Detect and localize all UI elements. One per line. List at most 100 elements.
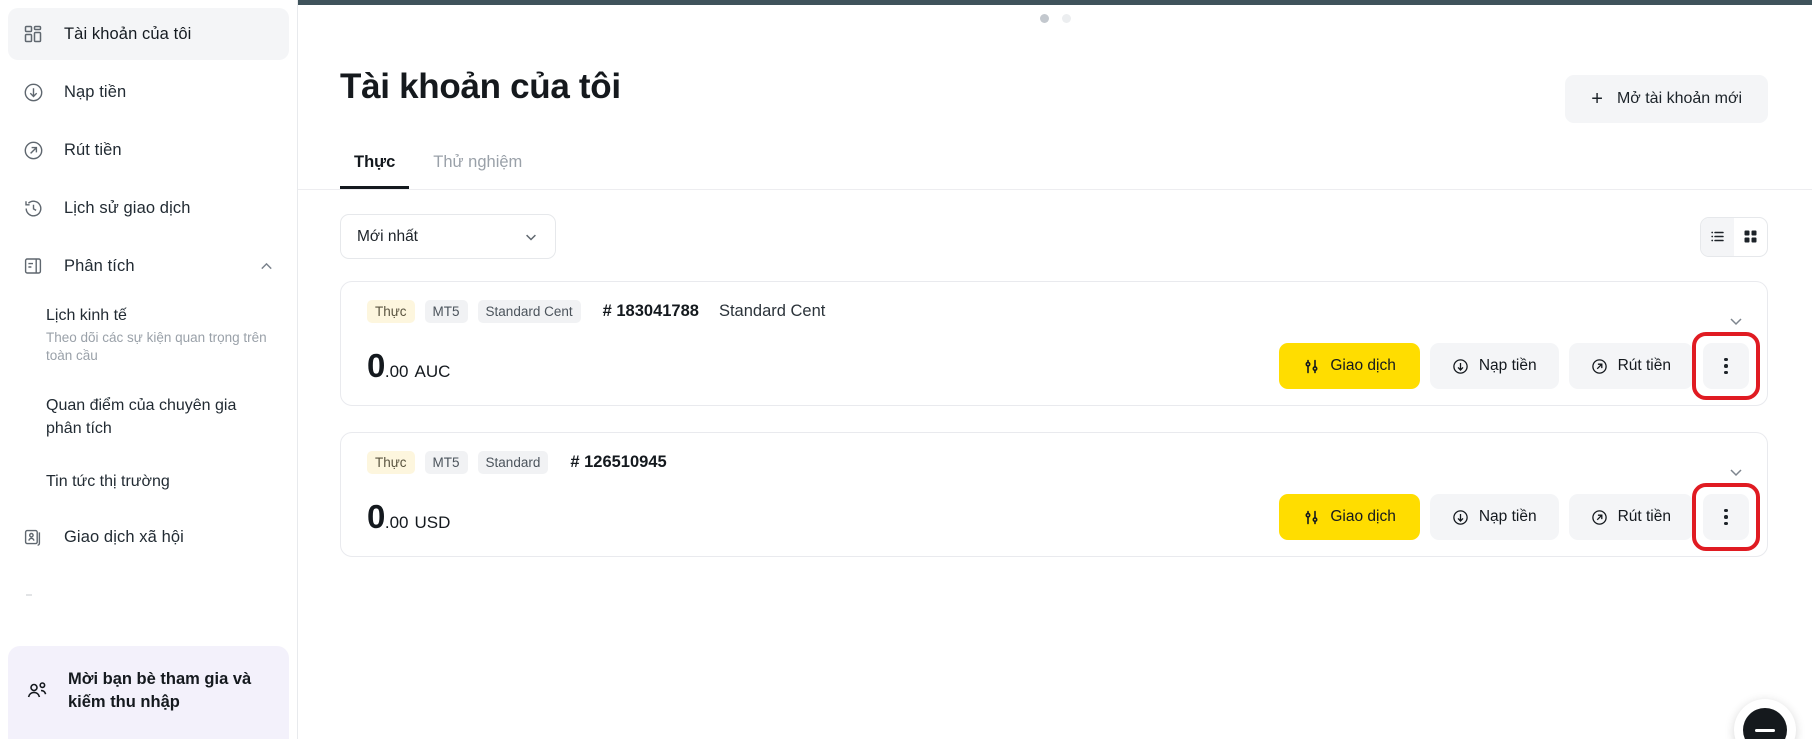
list-toolbar: Mới nhất xyxy=(298,190,1812,259)
account-actions: Giao dịch Nạp tiền Rút tiền xyxy=(1279,332,1760,400)
tab-real[interactable]: Thực xyxy=(340,153,410,189)
withdraw-button[interactable]: Rút tiền xyxy=(1568,343,1693,389)
account-balance: 0 .00 AUC xyxy=(367,347,450,385)
deposit-button-label: Nạp tiền xyxy=(1478,357,1537,374)
sort-select-value: Mới nhất xyxy=(357,227,418,245)
account-tabs: Thực Thử nghiệm xyxy=(298,123,1812,189)
kebab-dot xyxy=(1724,370,1728,375)
sidebar-label: Nạp tiền xyxy=(64,82,127,101)
account-card-body: 0 .00 USD Giao dịch Nạp tiền Rút tiền xyxy=(367,483,1760,551)
more-options-kebab-button[interactable] xyxy=(1703,343,1749,389)
badge-account-type: Standard Cent xyxy=(477,300,581,323)
tab-label: Thử nghiệm xyxy=(433,153,523,171)
subnav-desc: Theo dõi các sự kiện quan trọng trên toà… xyxy=(46,330,267,364)
arrow-up-right-circle-icon xyxy=(1591,358,1608,375)
subnav-item-market-news[interactable]: Tin tức thị trường xyxy=(0,450,297,503)
invite-label: Mời bạn bè tham gia và kiếm thu nhập xyxy=(68,670,252,711)
chevron-down-icon[interactable] xyxy=(1727,463,1745,481)
sidebar-item-deposit[interactable]: Nạp tiền xyxy=(8,66,289,118)
carousel-dots[interactable] xyxy=(298,5,1812,31)
balance-fraction: .00 xyxy=(384,513,409,532)
carousel-dot[interactable] xyxy=(1061,13,1071,23)
sidebar-item-transaction-history[interactable]: Lịch sử giao dịch xyxy=(8,182,289,234)
chevron-down-icon[interactable] xyxy=(1727,312,1745,330)
account-card-body: 0 .00 AUC Giao dịch Nạp tiền Rút tiền xyxy=(367,332,1760,400)
withdraw-button[interactable]: Rút tiền xyxy=(1568,494,1693,540)
kebab-dot xyxy=(1724,515,1728,519)
subnav-item-economic-calendar[interactable]: Lịch kinh tế Theo dõi các sự kiện quan t… xyxy=(0,294,297,376)
list-view-icon[interactable] xyxy=(1701,217,1734,256)
deposit-button[interactable]: Nạp tiền xyxy=(1429,343,1559,389)
trade-sliders-icon xyxy=(1303,358,1320,375)
sidebar-item-social-trading[interactable]: Giao dịch xã hội xyxy=(8,511,289,563)
chevron-down-icon xyxy=(523,229,539,245)
account-card-header: Thực MT5 Standard # 126510945 xyxy=(367,451,1749,474)
sidebar: Tài khoản của tôi Nạp tiền Rút tiền Lịch… xyxy=(0,0,298,739)
account-balance: 0 .00 USD xyxy=(367,498,450,536)
balance-fraction: .00 xyxy=(384,362,409,381)
more-options-kebab-button[interactable] xyxy=(1703,494,1749,540)
social-card-icon xyxy=(22,526,44,548)
tab-demo[interactable]: Thử nghiệm xyxy=(419,153,536,189)
people-group-icon xyxy=(24,678,50,704)
trade-button-label: Giao dịch xyxy=(1330,357,1396,374)
arrow-down-circle-icon xyxy=(22,81,44,103)
kebab-dot xyxy=(1724,357,1728,362)
main-content: Tài khoản của tôi + Mở tài khoản mới Thự… xyxy=(298,0,1812,739)
open-new-account-button[interactable]: + Mở tài khoản mới xyxy=(1565,75,1768,123)
history-clock-icon xyxy=(22,197,44,219)
open-new-account-label: Mở tài khoản mới xyxy=(1616,90,1742,107)
account-card: Thực MT5 Standard # 126510945 0 .00 USD xyxy=(340,432,1768,557)
sidebar-label: Giao dịch xã hội xyxy=(64,527,184,546)
grid-view-icon[interactable] xyxy=(1734,218,1767,256)
arrow-down-circle-icon xyxy=(1452,358,1469,375)
carousel-dot-active[interactable] xyxy=(1039,13,1049,23)
account-actions: Giao dịch Nạp tiền Rút tiền xyxy=(1279,483,1760,551)
account-type-label: Standard Cent xyxy=(718,302,826,320)
chevron-up-icon[interactable] xyxy=(258,258,275,275)
deposit-button[interactable]: Nạp tiền xyxy=(1429,494,1559,540)
arrow-up-right-circle-icon xyxy=(22,139,44,161)
account-card-header: Thực MT5 Standard Cent # 183041788 Stand… xyxy=(367,300,1749,323)
sidebar-label: Lịch sử giao dịch xyxy=(64,198,191,217)
badge-account-type: Standard xyxy=(477,451,549,474)
trade-button-label: Giao dịch xyxy=(1330,508,1396,525)
sidebar-label: Phân tích xyxy=(64,256,135,275)
withdraw-button-label: Rút tiền xyxy=(1617,357,1671,374)
sort-select[interactable]: Mới nhất xyxy=(340,214,556,259)
balance-currency: USD xyxy=(414,513,451,532)
kebab-dot xyxy=(1724,364,1728,368)
placeholder-icon xyxy=(22,584,44,606)
page-title: Tài khoản của tôi xyxy=(340,67,621,106)
dashboard-grid-icon xyxy=(22,23,44,45)
sidebar-item-my-accounts[interactable]: Tài khoản của tôi xyxy=(8,8,289,60)
support-chat-button[interactable] xyxy=(1734,699,1796,739)
more-options-highlight xyxy=(1692,332,1760,400)
sidebar-item-partial[interactable] xyxy=(8,569,289,621)
analytics-subnav: Lịch kinh tế Theo dõi các sự kiện quan t… xyxy=(0,292,297,503)
deposit-button-label: Nạp tiền xyxy=(1478,508,1537,525)
sidebar-item-withdraw[interactable]: Rút tiền xyxy=(8,124,289,176)
subnav-item-analyst-views[interactable]: Quan điểm của chuyên gia phân tích xyxy=(0,376,297,450)
account-card: Thực MT5 Standard Cent # 183041788 Stand… xyxy=(340,281,1768,406)
page-header: Tài khoản của tôi + Mở tài khoản mới xyxy=(298,31,1812,123)
account-number: # 183041788 xyxy=(602,302,699,320)
trade-button[interactable]: Giao dịch xyxy=(1279,494,1420,540)
sidebar-item-analytics[interactable]: Phân tích xyxy=(8,240,289,292)
trade-button[interactable]: Giao dịch xyxy=(1279,343,1420,389)
kebab-dot xyxy=(1724,508,1728,513)
subnav-title: Quan điểm của chuyên gia phân tích xyxy=(46,396,237,437)
subnav-title: Tin tức thị trường xyxy=(46,473,170,490)
view-mode-toggle xyxy=(1700,216,1768,257)
balance-integer: 0 xyxy=(367,498,385,535)
sidebar-label: Rút tiền xyxy=(64,140,122,159)
chat-bubble-icon xyxy=(1743,708,1787,739)
balance-integer: 0 xyxy=(367,347,385,384)
invite-friends-card[interactable]: Mời bạn bè tham gia và kiếm thu nhập xyxy=(8,646,289,739)
account-number: # 126510945 xyxy=(570,453,667,471)
badge-account-mode: Thực xyxy=(367,451,415,474)
more-options-highlight xyxy=(1692,483,1760,551)
tab-label: Thực xyxy=(354,153,396,171)
plus-icon: + xyxy=(1591,88,1603,110)
balance-currency: AUC xyxy=(414,362,451,381)
